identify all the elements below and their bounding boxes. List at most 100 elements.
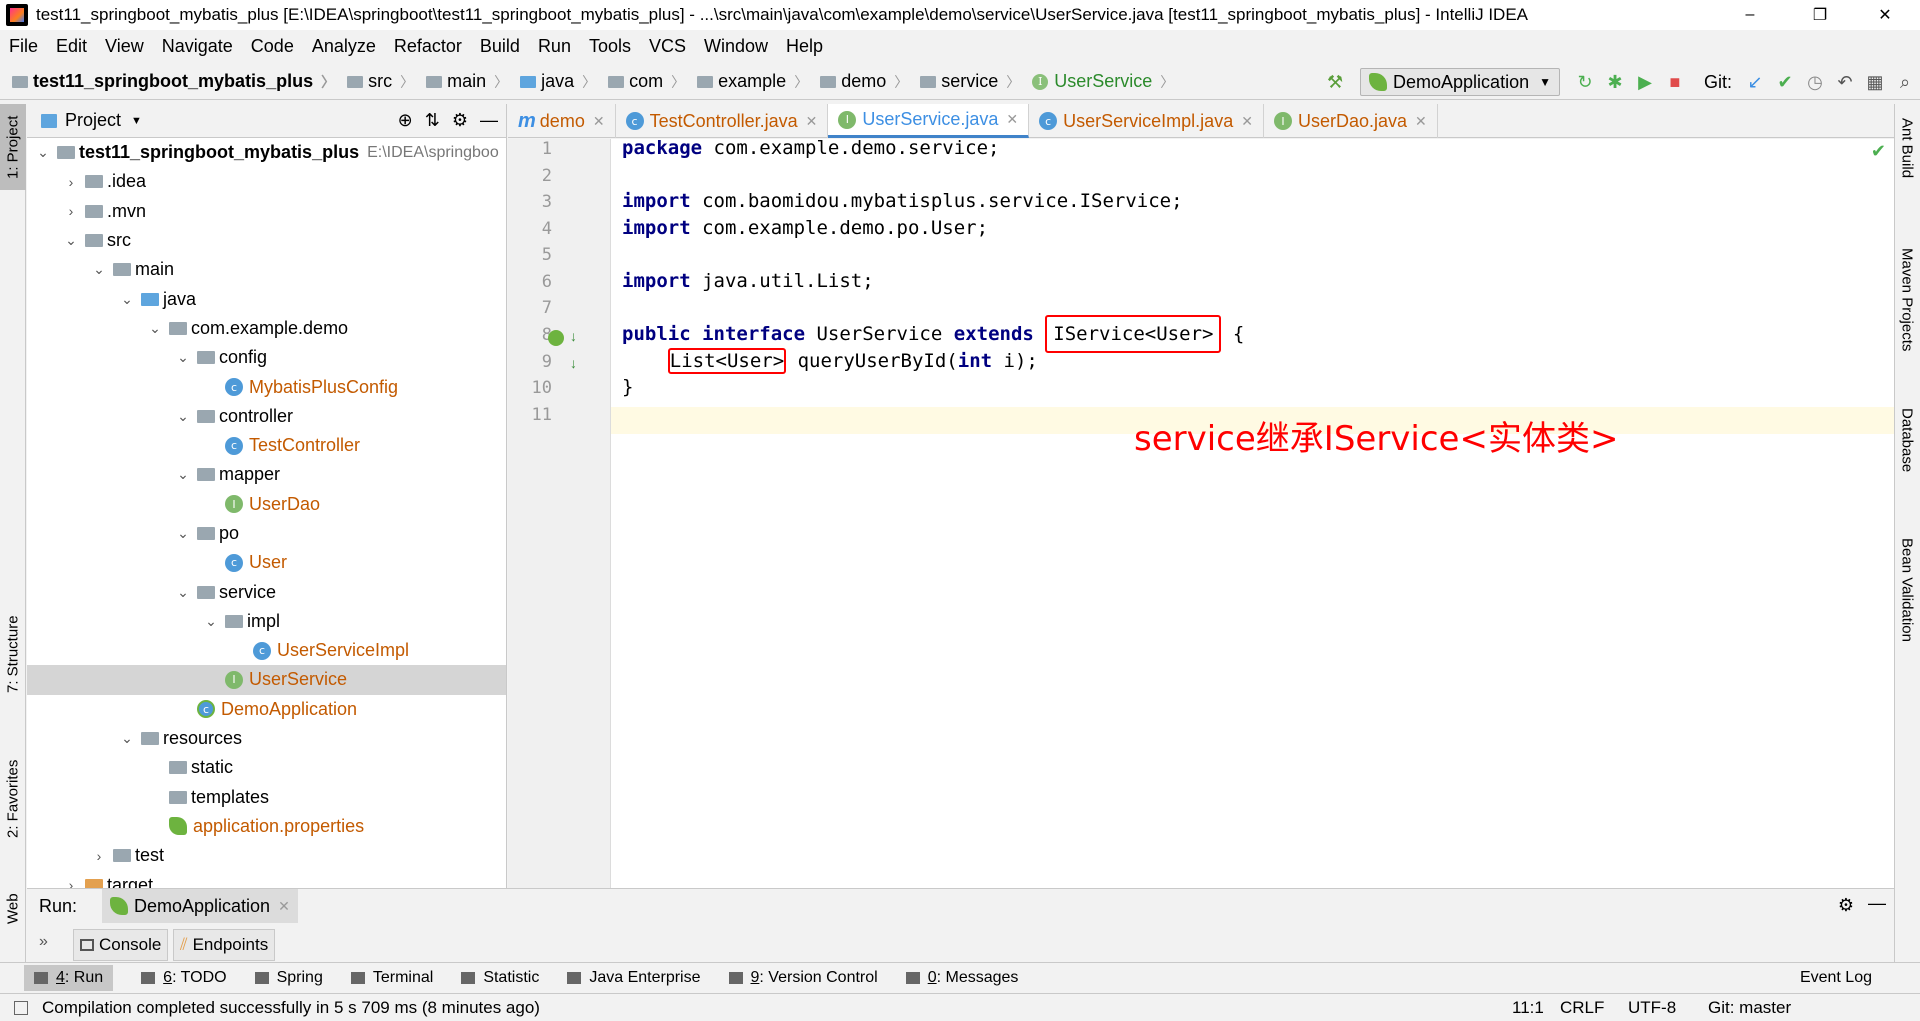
- breadcrumb-project[interactable]: test11_springboot_mybatis_plus 〉: [0, 71, 335, 92]
- tree-item[interactable]: › target: [27, 870, 506, 888]
- chevron-down-icon[interactable]: ⌄: [175, 466, 191, 483]
- chevron-down-icon[interactable]: ⌄: [35, 144, 51, 161]
- run-coverage-icon[interactable]: ▶: [1630, 67, 1660, 97]
- console-tab[interactable]: Console: [73, 929, 169, 961]
- tab-project[interactable]: 1: Project: [0, 104, 26, 190]
- chevron-down-icon[interactable]: ⌄: [203, 613, 219, 630]
- menu-help[interactable]: Help: [777, 36, 832, 57]
- tree-item[interactable]: › .idea: [27, 167, 506, 196]
- close-tab-icon[interactable]: ✕: [1241, 113, 1253, 130]
- editor-tab[interactable]: I UserDao.java ✕: [1264, 104, 1438, 138]
- project-structure-icon[interactable]: ▦: [1860, 67, 1890, 97]
- tab-web[interactable]: Web: [0, 884, 26, 934]
- tab-favorites[interactable]: 2: Favorites: [0, 744, 26, 854]
- tree-item[interactable]: ⌄ mapper: [27, 460, 506, 489]
- tree-item[interactable]: c MybatisPlusConfig: [27, 372, 506, 401]
- git-branch[interactable]: Git: master: [1708, 998, 1791, 1018]
- revert-icon[interactable]: ↶: [1830, 67, 1860, 97]
- project-panel-title[interactable]: Project: [65, 110, 121, 131]
- code-editor[interactable]: 1 2 3 4 5 6 7 8 9 10 11 ↓ ↓ package com.…: [508, 137, 1894, 888]
- tool-window-statistic[interactable]: Statistic: [461, 969, 539, 987]
- tree-item[interactable]: c UserServiceImpl: [27, 636, 506, 665]
- menu-file[interactable]: File: [0, 36, 47, 57]
- settings-gear-icon[interactable]: ⚙: [1838, 895, 1854, 916]
- chevron-down-icon[interactable]: ⌄: [175, 408, 191, 425]
- settings-gear-icon[interactable]: ⚙: [452, 110, 468, 131]
- tab-bean-validation[interactable]: Bean Validation: [1894, 534, 1920, 674]
- tool-window-vcs[interactable]: 9: Version Control: [728, 969, 878, 987]
- tab-maven-projects[interactable]: Maven Projects: [1894, 244, 1920, 384]
- tree-item[interactable]: ⌄ config: [27, 343, 506, 372]
- chevron-down-icon[interactable]: ⌄: [91, 261, 107, 278]
- tree-item[interactable]: › test: [27, 841, 506, 870]
- minimize-button[interactable]: –: [1720, 0, 1780, 30]
- tree-item[interactable]: c User: [27, 548, 506, 577]
- inspection-ok-icon[interactable]: ✔: [1871, 141, 1886, 162]
- chevron-right-icon[interactable]: ›: [63, 877, 79, 888]
- tree-item[interactable]: application.properties: [27, 812, 506, 841]
- chevron-down-icon[interactable]: ▼: [131, 115, 142, 127]
- menu-analyze[interactable]: Analyze: [303, 36, 385, 57]
- breadcrumb-main[interactable]: main 〉: [414, 71, 508, 92]
- close-icon[interactable]: ✕: [278, 898, 290, 915]
- tool-window-java-enterprise[interactable]: Java Enterprise: [567, 969, 701, 987]
- chevron-down-icon[interactable]: ⌄: [63, 232, 79, 249]
- close-tab-icon[interactable]: ✕: [1006, 111, 1018, 128]
- implemented-arrow-icon[interactable]: ↓: [570, 328, 586, 344]
- breadcrumb-userservice[interactable]: I UserService 〉: [1020, 71, 1174, 92]
- menu-view[interactable]: View: [96, 36, 153, 57]
- tree-item[interactable]: I UserDao: [27, 490, 506, 519]
- breadcrumb-com[interactable]: com 〉: [596, 71, 685, 92]
- git-commit-icon[interactable]: ✔: [1770, 67, 1800, 97]
- search-icon[interactable]: ⌕: [1890, 67, 1920, 97]
- tree-item[interactable]: ⌄ src: [27, 226, 506, 255]
- menu-run[interactable]: Run: [529, 36, 580, 57]
- stop-icon[interactable]: ■: [1660, 67, 1690, 97]
- event-log-button[interactable]: Event Log: [1800, 969, 1872, 987]
- tree-item[interactable]: ⌄ test11_springboot_mybatis_plus E:\IDEA\s…: [27, 138, 506, 167]
- debug-bug-icon[interactable]: ✱: [1600, 67, 1630, 97]
- hide-panel-icon[interactable]: —: [1868, 893, 1886, 914]
- menu-refactor[interactable]: Refactor: [385, 36, 471, 57]
- menu-edit[interactable]: Edit: [47, 36, 96, 57]
- git-history-icon[interactable]: ◷: [1800, 67, 1830, 97]
- caret-position[interactable]: 11:1: [1512, 998, 1544, 1018]
- tree-item[interactable]: ⌄ service: [27, 577, 506, 606]
- tab-ant-build[interactable]: Ant Build: [1894, 114, 1920, 214]
- rerun-icon[interactable]: ↻: [1570, 67, 1600, 97]
- chevron-down-icon[interactable]: ⌄: [175, 525, 191, 542]
- breadcrumb-java[interactable]: java 〉: [508, 71, 596, 92]
- tree-item[interactable]: ⌄ po: [27, 519, 506, 548]
- close-tab-icon[interactable]: ✕: [593, 113, 605, 130]
- locate-file-icon[interactable]: ⊕: [398, 110, 413, 131]
- collapse-all-icon[interactable]: ⇅: [425, 110, 440, 131]
- editor-tab[interactable]: c TestController.java ✕: [616, 104, 829, 138]
- chevron-right-icon[interactable]: ›: [63, 174, 79, 190]
- tree-item[interactable]: I UserService: [27, 665, 506, 695]
- menu-build[interactable]: Build: [471, 36, 529, 57]
- tree-item[interactable]: static: [27, 753, 506, 782]
- run-config-selector[interactable]: DemoApplication ▼: [1360, 68, 1560, 96]
- tree-item[interactable]: ⌄ impl: [27, 607, 506, 636]
- line-separator[interactable]: CRLF: [1560, 998, 1604, 1018]
- breadcrumb-src[interactable]: src 〉: [335, 71, 414, 92]
- chevron-right-icon[interactable]: ›: [91, 848, 107, 864]
- tool-window-messages[interactable]: 0: Messages: [905, 969, 1018, 987]
- breadcrumb-demo[interactable]: demo 〉: [808, 71, 908, 92]
- chevron-down-icon[interactable]: ⌄: [175, 349, 191, 366]
- git-update-icon[interactable]: ↙: [1740, 67, 1770, 97]
- tree-item[interactable]: › .mvn: [27, 197, 506, 226]
- tool-window-spring[interactable]: Spring: [254, 969, 323, 987]
- editor-tab[interactable]: m demo ✕: [508, 104, 616, 138]
- expand-toolbar-icon[interactable]: »: [39, 933, 48, 951]
- endpoints-tab[interactable]: ⫽ Endpoints: [173, 929, 276, 961]
- tool-window-run[interactable]: 4: Run: [24, 964, 114, 991]
- chevron-down-icon[interactable]: ⌄: [147, 320, 163, 337]
- editor-tab[interactable]: c UserServiceImpl.java ✕: [1029, 104, 1264, 138]
- menu-vcs[interactable]: VCS: [640, 36, 695, 57]
- tree-item[interactable]: ⌄ resources: [27, 724, 506, 753]
- chevron-right-icon[interactable]: ›: [63, 203, 79, 219]
- tree-item[interactable]: ⌄ java: [27, 284, 506, 313]
- menu-code[interactable]: Code: [242, 36, 303, 57]
- breadcrumb-example[interactable]: example 〉: [685, 71, 808, 92]
